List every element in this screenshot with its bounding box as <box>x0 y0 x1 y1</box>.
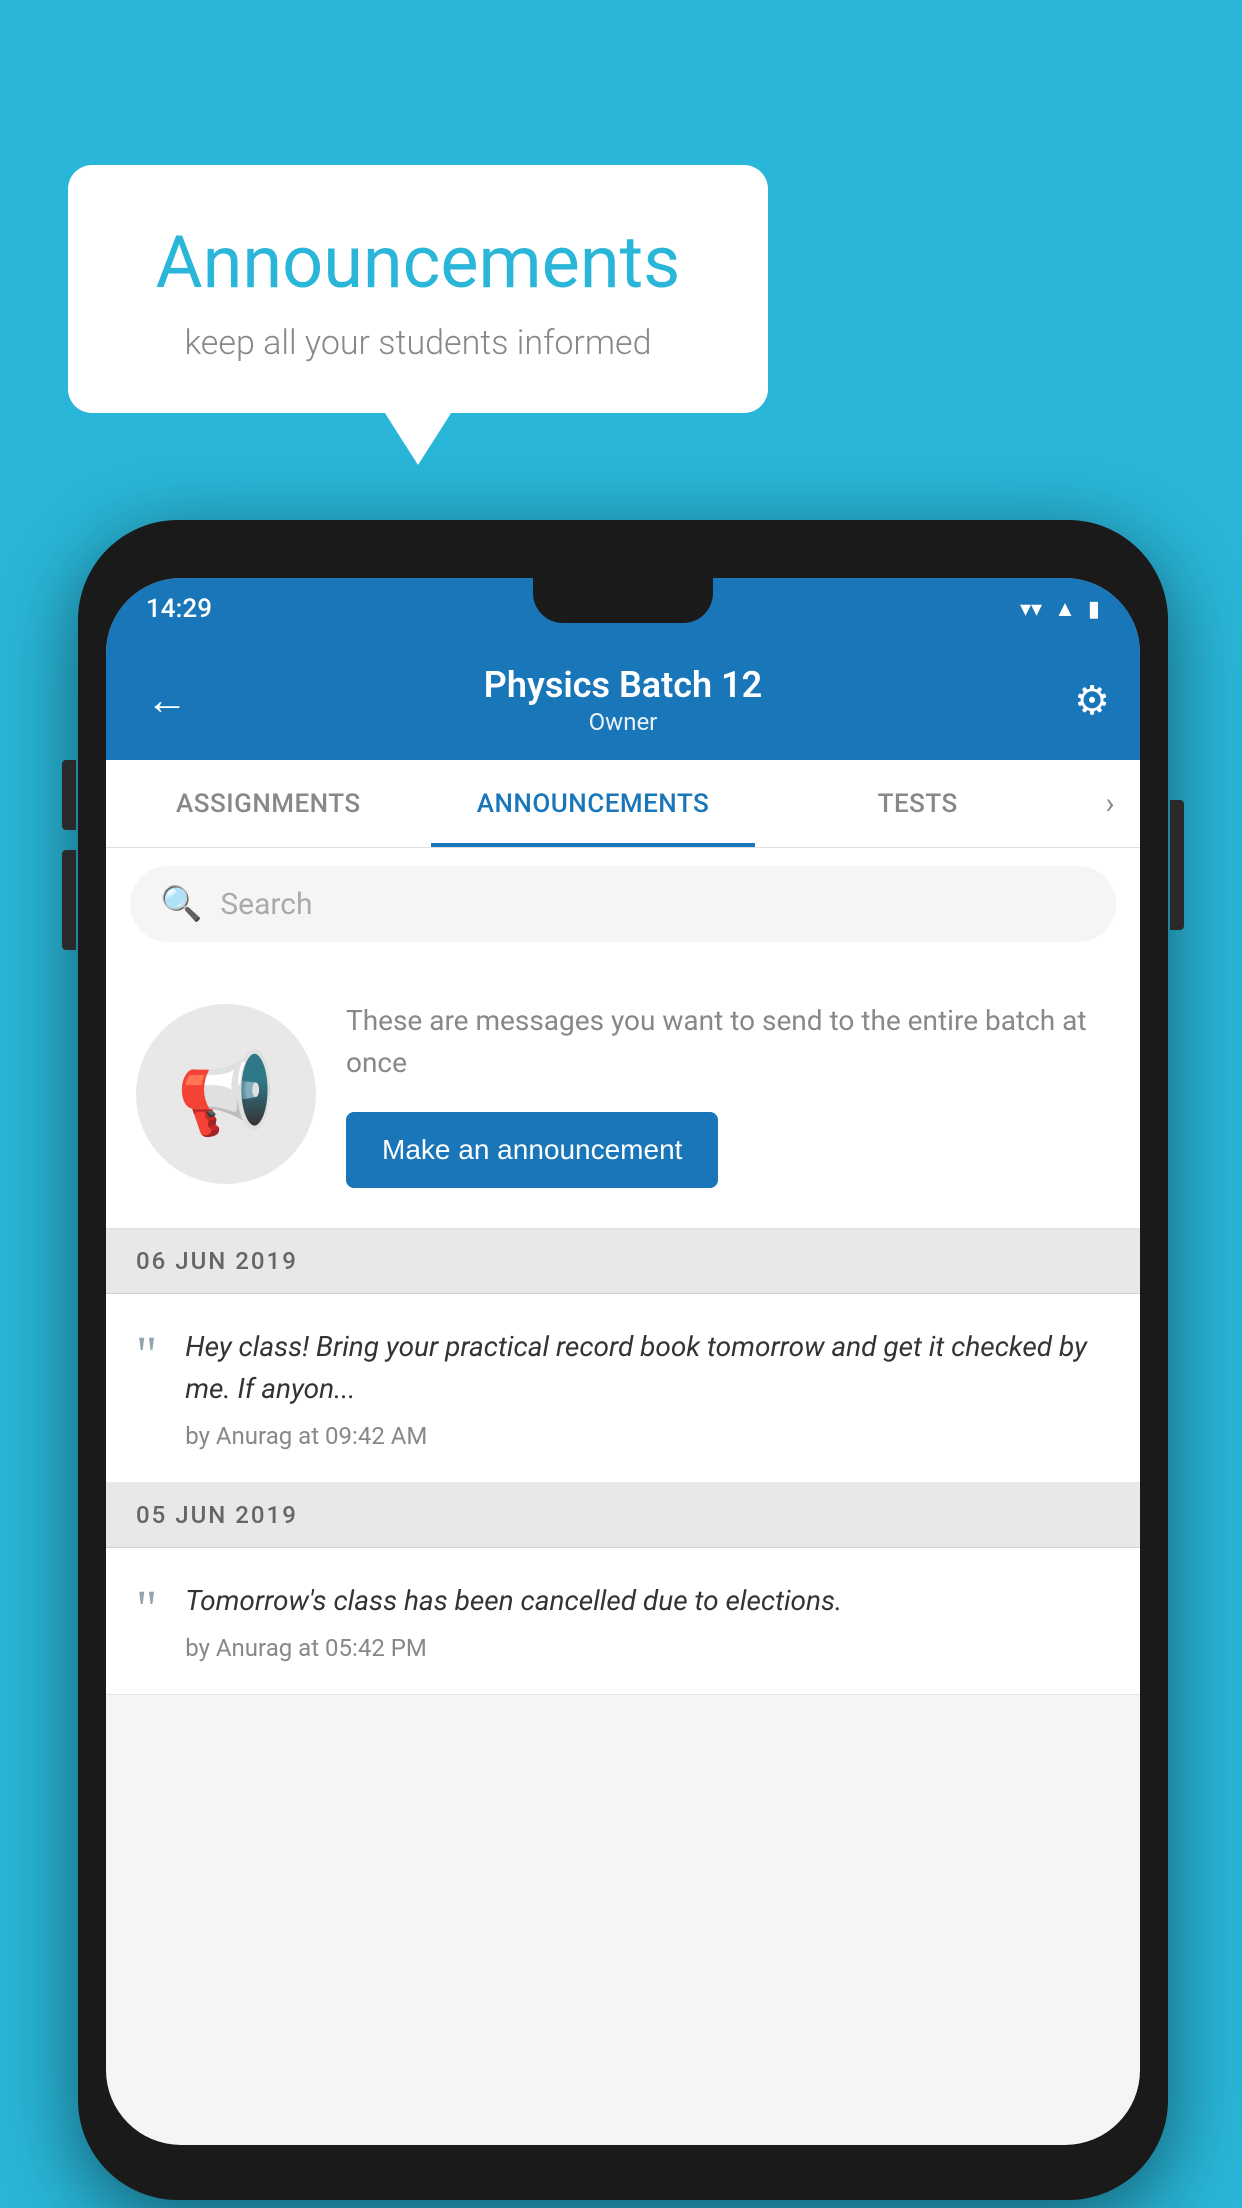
volume-down-button[interactable] <box>62 850 76 950</box>
make-announcement-button[interactable]: Make an announcement <box>346 1112 718 1188</box>
volume-up-button[interactable] <box>62 760 76 830</box>
date-separator-2: 05 JUN 2019 <box>106 1483 1140 1548</box>
app-bar-title-container: Physics Batch 12 Owner <box>106 664 1140 736</box>
tab-more[interactable]: › <box>1080 760 1140 847</box>
power-button[interactable] <box>1170 800 1184 930</box>
phone-screen: 14:29 ▾▾ ▲ ▮ ← Physics Batch 12 Owner ⚙ … <box>106 578 1140 2145</box>
phone-frame: 14:29 ▾▾ ▲ ▮ ← Physics Batch 12 Owner ⚙ … <box>78 520 1168 2200</box>
announcement-author-1: by Anurag at 09:42 AM <box>185 1422 1110 1450</box>
speech-bubble-title: Announcements <box>128 220 708 305</box>
search-icon: 🔍 <box>160 884 202 924</box>
promo-content: These are messages you want to send to t… <box>346 1000 1110 1188</box>
app-bar-subtitle: Owner <box>106 708 1140 736</box>
search-bar[interactable]: 🔍 Search <box>130 866 1116 942</box>
app-bar-title: Physics Batch 12 <box>106 664 1140 706</box>
tab-assignments[interactable]: ASSIGNMENTS <box>106 760 431 847</box>
wifi-icon: ▾▾ <box>1020 597 1042 622</box>
announcement-text-1: Hey class! Bring your practical record b… <box>185 1326 1110 1410</box>
megaphone-icon: 📢 <box>176 1047 276 1141</box>
status-bar-time: 14:29 <box>146 594 212 624</box>
speech-bubble: Announcements keep all your students inf… <box>68 165 768 413</box>
tabs-container: ASSIGNMENTS ANNOUNCEMENTS TESTS › <box>106 760 1140 848</box>
back-button[interactable]: ← <box>136 666 198 735</box>
status-bar: 14:29 ▾▾ ▲ ▮ <box>106 578 1140 640</box>
quote-icon-1: " <box>136 1330 157 1382</box>
tab-announcements[interactable]: ANNOUNCEMENTS <box>431 760 756 847</box>
settings-icon[interactable]: ⚙ <box>1074 677 1110 724</box>
announcement-text-2: Tomorrow's class has been cancelled due … <box>185 1580 1110 1622</box>
notch <box>533 578 713 623</box>
search-container: 🔍 Search <box>106 848 1140 960</box>
promo-icon-circle: 📢 <box>136 1004 316 1184</box>
content-area: 🔍 Search 📢 These are messages you want t… <box>106 848 1140 1695</box>
promo-description: These are messages you want to send to t… <box>346 1000 1110 1084</box>
speech-bubble-container: Announcements keep all your students inf… <box>68 165 768 413</box>
app-bar: ← Physics Batch 12 Owner ⚙ <box>106 640 1140 760</box>
speech-bubble-subtitle: keep all your students informed <box>128 323 708 363</box>
announcement-item-2[interactable]: " Tomorrow's class has been cancelled du… <box>106 1548 1140 1695</box>
signal-icon: ▲ <box>1054 596 1076 622</box>
announcement-author-2: by Anurag at 05:42 PM <box>185 1634 1110 1662</box>
date-separator-1: 06 JUN 2019 <box>106 1229 1140 1294</box>
announcement-content-2: Tomorrow's class has been cancelled due … <box>185 1580 1110 1662</box>
announcement-item-1[interactable]: " Hey class! Bring your practical record… <box>106 1294 1140 1483</box>
tab-tests[interactable]: TESTS <box>755 760 1080 847</box>
status-bar-icons: ▾▾ ▲ ▮ <box>1020 596 1100 622</box>
search-placeholder: Search <box>220 887 312 922</box>
promo-box: 📢 These are messages you want to send to… <box>106 960 1140 1229</box>
battery-icon: ▮ <box>1088 597 1100 622</box>
quote-icon-2: " <box>136 1584 157 1636</box>
announcement-content-1: Hey class! Bring your practical record b… <box>185 1326 1110 1450</box>
